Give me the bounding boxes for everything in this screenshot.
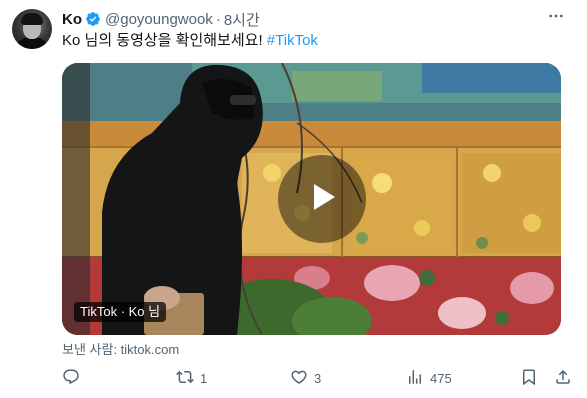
retweet-icon — [176, 368, 194, 389]
views-chart-icon — [406, 368, 424, 389]
retweet-button[interactable]: 1 — [176, 366, 207, 390]
views-count: 475 — [430, 370, 452, 386]
tweet-text: Ko 님의 동영상을 확인해보세요! #TikTok — [62, 31, 318, 51]
tweet-header: Ko @goyoungwook · 8시간 — [62, 9, 260, 29]
play-button[interactable] — [278, 155, 366, 243]
like-count: 3 — [314, 370, 322, 386]
reply-icon — [62, 368, 80, 389]
verified-badge-icon — [85, 11, 101, 27]
reply-button[interactable] — [62, 366, 80, 390]
share-button[interactable] — [554, 366, 572, 390]
play-icon — [304, 179, 340, 220]
timestamp[interactable]: 8시간 — [224, 9, 260, 30]
video-card[interactable]: TikTok · Ko 님 — [62, 63, 561, 335]
display-name[interactable]: Ko — [62, 11, 82, 28]
more-horizontal-icon — [547, 7, 565, 30]
retweet-count: 1 — [200, 370, 208, 386]
hashtag-link[interactable]: #TikTok — [267, 32, 318, 49]
video-source-badge: TikTok · Ko 님 — [74, 302, 167, 322]
tweet-card[interactable]: Ko @goyoungwook · 8시간 Ko 님의 동영상을 확인해보세요!… — [0, 0, 587, 398]
bookmark-icon — [520, 368, 538, 389]
tweet-body: Ko 님의 동영상을 확인해보세요! — [62, 32, 267, 49]
link-source[interactable]: 보낸 사람: tiktok.com — [62, 339, 179, 358]
more-options-button[interactable] — [543, 8, 569, 28]
avatar[interactable] — [12, 9, 52, 49]
user-handle[interactable]: @goyoungwook — [105, 11, 213, 28]
bookmark-button[interactable] — [520, 366, 538, 390]
separator-dot: · — [215, 10, 221, 28]
share-icon — [554, 368, 572, 389]
heart-icon — [290, 368, 308, 389]
like-button[interactable]: 3 — [290, 366, 321, 390]
tweet-actions: 1 3 475 — [54, 366, 579, 390]
views-button[interactable]: 475 — [406, 366, 452, 390]
